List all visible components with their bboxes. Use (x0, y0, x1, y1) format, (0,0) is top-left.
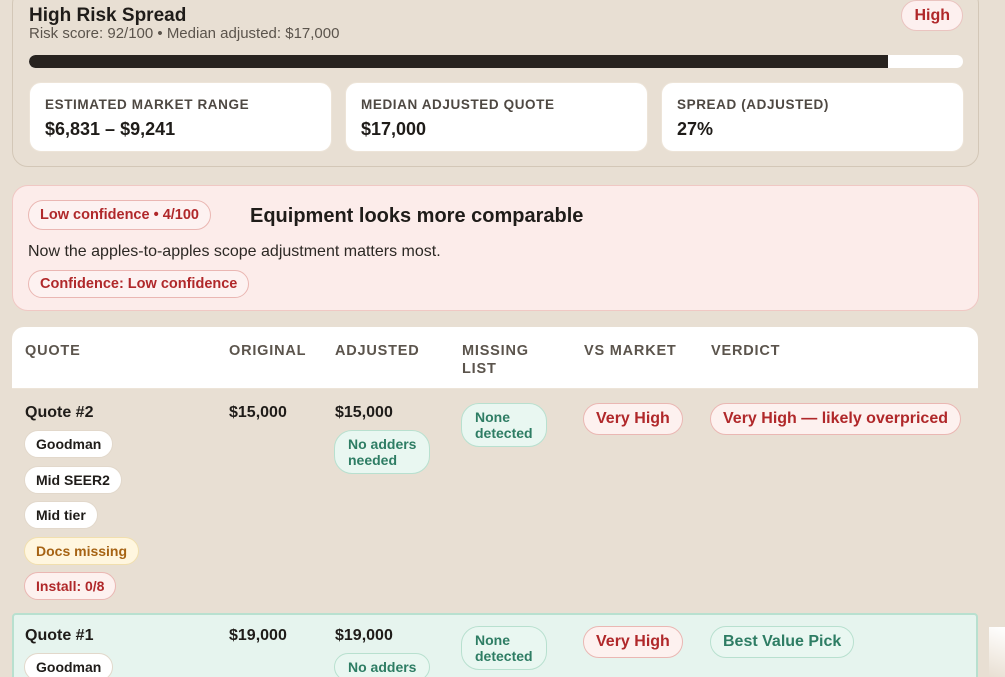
adjusted-price: $19,000 (335, 627, 393, 644)
column-header-quote: QUOTE (25, 343, 81, 359)
vs-market-badge: Very High (583, 403, 683, 435)
original-price: $15,000 (229, 404, 287, 421)
badge-line: No adders (348, 436, 417, 452)
badge-line: None (475, 632, 510, 648)
confidence-card: Low confidence • 4/100 Equipment looks m… (12, 185, 979, 311)
risk-summary-card: High Risk Spread Risk score: 92/100 • Me… (12, 0, 979, 167)
risk-level-badge: High (901, 0, 963, 31)
brand-tag: Goodman (24, 430, 114, 458)
install-score-tag: Install: 0/8 (24, 572, 117, 600)
adjusted-note-badge: No adders (334, 653, 431, 677)
badge-line: detected (475, 648, 533, 664)
stat-card-spread: SPREAD (ADJUSTED) 27% (661, 82, 964, 152)
confidence-description: Now the apples-to-apples scope adjustmen… (28, 243, 441, 260)
risk-score-bar (29, 55, 963, 68)
quote-name: Quote #1 (25, 627, 94, 644)
column-header-adjusted: ADJUSTED (335, 343, 420, 359)
verdict-badge: Very High — likely overpriced (710, 403, 961, 435)
badge-line: None (475, 409, 510, 425)
missing-list-badge: None detected (461, 403, 547, 447)
stat-value: $17,000 (361, 119, 427, 139)
risk-subtitle: Risk score: 92/100 • Median adjusted: $1… (29, 25, 340, 42)
column-header-line: LIST (462, 361, 497, 377)
vs-market-badge: Very High (583, 626, 683, 658)
column-header-original: ORIGINAL (229, 343, 307, 359)
stat-card-median-quote: MEDIAN ADJUSTED QUOTE $17,000 (345, 82, 648, 152)
stat-label: ESTIMATED MARKET RANGE (45, 97, 250, 112)
stat-card-market-range: ESTIMATED MARKET RANGE $6,831 – $9,241 (29, 82, 332, 152)
badge-line: needed (348, 452, 398, 468)
adjusted-price: $15,000 (335, 404, 393, 421)
missing-list-badge: None detected (461, 626, 547, 670)
badge-line: No adders (348, 659, 417, 675)
tier-tag: Mid tier (24, 501, 98, 529)
quote-name: Quote #2 (25, 404, 94, 421)
column-header-vs-market: VS MARKET (584, 343, 677, 359)
stat-label: MEDIAN ADJUSTED QUOTE (361, 97, 555, 112)
efficiency-tag: Mid SEER2 (24, 466, 122, 494)
table-row[interactable]: Quote #2 Goodman Mid SEER2 Mid tier Docs… (12, 390, 978, 612)
best-value-badge: Best Value Pick (710, 626, 855, 658)
confidence-score-pill: Low confidence • 4/100 (28, 200, 211, 230)
scrollbar-corner[interactable] (989, 627, 1005, 677)
stat-label: SPREAD (ADJUSTED) (677, 97, 829, 112)
confidence-tag: Confidence: Low confidence (28, 270, 250, 298)
docs-missing-tag: Docs missing (24, 537, 140, 565)
confidence-title: Equipment looks more comparable (250, 205, 584, 227)
risk-score-bar-fill (29, 55, 889, 68)
quotes-table-header: QUOTE ORIGINAL ADJUSTED MISSING LIST VS … (12, 327, 978, 389)
adjusted-note-badge: No adders needed (334, 430, 431, 474)
column-header-verdict: VERDICT (711, 343, 781, 359)
stat-value: $6,831 – $9,241 (45, 119, 176, 139)
brand-tag: Goodman (24, 653, 114, 677)
table-row-best-value[interactable]: Quote #1 Goodman $19,000 $19,000 No adde… (12, 613, 978, 677)
column-header-line: MISSING (462, 343, 529, 359)
original-price: $19,000 (229, 627, 287, 644)
column-header-missing-list: MISSING LIST (462, 342, 529, 378)
risk-title: High Risk Spread (29, 5, 187, 26)
stat-value: 27% (677, 119, 714, 139)
badge-line: detected (475, 425, 533, 441)
